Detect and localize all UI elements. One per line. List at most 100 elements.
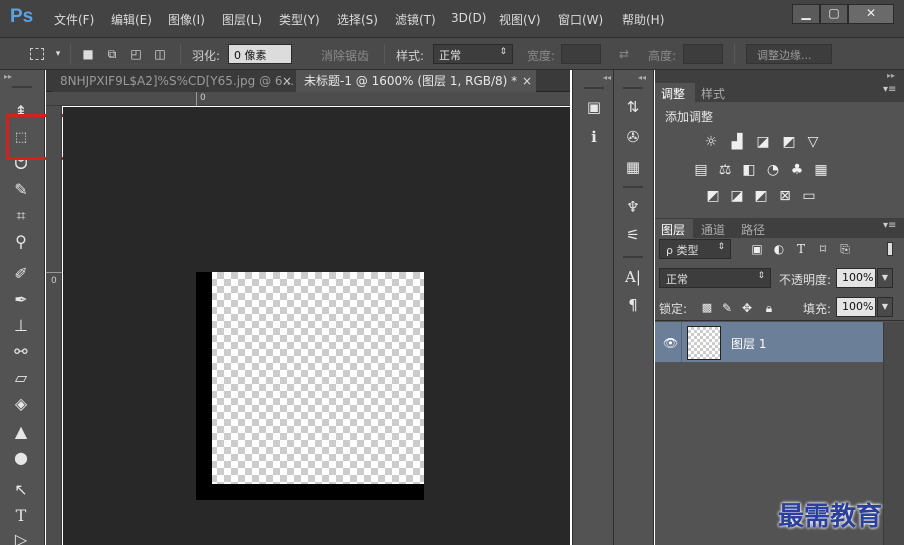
chevron-down-icon[interactable]: ▾ (50, 46, 66, 62)
subtract-selection-icon[interactable]: ◰ (128, 46, 144, 62)
layers-scrollbar[interactable] (883, 322, 904, 545)
invert-icon[interactable]: ◩ (703, 186, 723, 206)
filter-pixel-icon[interactable]: ▣ (747, 239, 767, 259)
menu-3d[interactable]: 3D(D) (451, 11, 486, 25)
refine-edge-button[interactable]: 调整边缘... (746, 44, 832, 64)
filter-shape-icon[interactable]: ⌑ (813, 239, 833, 259)
menu-edit[interactable]: 编辑(E) (111, 11, 152, 28)
collapse-icon[interactable]: ▸▸ (4, 72, 12, 81)
info-icon[interactable]: ℹ (581, 124, 607, 150)
tab-styles[interactable]: 样式 (701, 85, 725, 102)
menu-select[interactable]: 选择(S) (337, 11, 378, 28)
menu-window[interactable]: 窗口(W) (558, 11, 603, 28)
tab-channels[interactable]: 通道 (701, 221, 725, 238)
add-selection-icon[interactable]: ⧉ (104, 46, 120, 62)
width-input[interactable] (561, 44, 601, 64)
layer-thumbnail[interactable] (687, 326, 721, 360)
color-palette-icon[interactable]: ✇ (620, 124, 646, 150)
document-canvas-transparent[interactable] (196, 272, 424, 500)
close-icon[interactable]: × (282, 70, 292, 92)
lock-all-icon[interactable]: 🔒︎ (759, 298, 779, 318)
menu-image[interactable]: 图像(I) (168, 11, 205, 28)
collapse-icon[interactable]: ◂◂ (638, 73, 646, 82)
tab-layers[interactable]: 图层 (655, 219, 693, 238)
filter-type-icon[interactable]: T (791, 239, 811, 259)
character-icon[interactable]: A| (620, 264, 646, 290)
filter-toggle[interactable] (887, 242, 893, 256)
close-button[interactable]: ✕ (848, 4, 894, 24)
blur-icon[interactable]: ▲ (8, 420, 34, 444)
path-select-icon[interactable]: ↖ (8, 478, 34, 502)
history-brush-icon[interactable]: ⚯ (8, 340, 34, 364)
chevron-down-icon[interactable]: ▼ (877, 268, 893, 288)
vibrance-icon[interactable]: ▽ (803, 132, 823, 152)
actions-icon[interactable]: ⇅ (620, 94, 646, 120)
lock-pixels-icon[interactable]: ✎ (717, 298, 737, 318)
brush-settings-icon[interactable]: ⚟ (620, 222, 646, 248)
paint-bucket-icon[interactable]: ◈ (8, 392, 34, 416)
pen-icon[interactable]: ▷ (8, 528, 34, 545)
black-white-icon[interactable]: ◧ (739, 160, 759, 180)
gradient-map-icon[interactable]: ▭ (799, 186, 819, 206)
exposure-icon[interactable]: ◩ (779, 132, 799, 152)
opacity-input[interactable]: 100% (836, 268, 876, 288)
type-icon[interactable]: T (8, 504, 34, 528)
threshold-icon[interactable]: ◩ (751, 186, 771, 206)
blend-mode-select[interactable]: 正常 ⇕ (659, 268, 771, 288)
dodge-icon[interactable]: ● (8, 446, 34, 470)
lock-position-icon[interactable]: ✥ (737, 298, 757, 318)
selective-color-icon[interactable]: ⊠ (775, 186, 795, 206)
color-balance-icon[interactable]: ⚖ (715, 160, 735, 180)
filter-adjustment-icon[interactable]: ◐ (769, 239, 789, 259)
collapse-icon[interactable]: ◂◂ (603, 73, 611, 82)
history-icon[interactable]: ▣ (581, 94, 607, 120)
menu-view[interactable]: 视图(V) (499, 11, 541, 28)
swatches-icon[interactable]: ▦ (620, 154, 646, 180)
tab-paths[interactable]: 路径 (741, 221, 765, 238)
brightness-icon[interactable]: ☼ (701, 132, 721, 152)
restore-button[interactable]: ▢ (820, 4, 848, 24)
brush-presets-icon[interactable]: ♆ (620, 194, 646, 220)
panel-menu-icon[interactable]: ▾≡ (883, 220, 896, 231)
paragraph-icon[interactable]: ¶ (620, 292, 646, 318)
tab-adjustments[interactable]: 调整 (655, 83, 695, 102)
collapse-icon[interactable]: ▸▸ (887, 71, 895, 80)
layer-filter-select[interactable]: ρ 类型 ⇕ (659, 239, 731, 259)
curves-icon[interactable]: ◪ (753, 132, 773, 152)
height-input[interactable] (683, 44, 723, 64)
menu-help[interactable]: 帮助(H) (622, 11, 664, 28)
eye-visibility-icon[interactable]: 👁︎ (663, 336, 678, 350)
posterize-icon[interactable]: ◪ (727, 186, 747, 206)
rect-marquee-preset-icon[interactable] (30, 48, 44, 60)
eraser-icon[interactable]: ▱ (8, 366, 34, 390)
healing-brush-icon[interactable]: ✐ (8, 262, 34, 286)
brush-icon[interactable]: ✒ (8, 288, 34, 312)
eyedropper-icon[interactable]: ⚲ (8, 230, 34, 254)
minimize-button[interactable]: ▁ (792, 4, 820, 24)
layer-name[interactable]: 图层 1 (731, 335, 766, 352)
swap-icon[interactable]: ⇄ (616, 46, 632, 62)
feather-input[interactable]: 0 像素 (228, 44, 292, 64)
lock-transparent-icon[interactable]: ▩ (697, 298, 717, 318)
new-selection-icon[interactable]: ■ (80, 46, 96, 62)
document-tab-1[interactable]: 8NHJPXIF9L$A2]%S%CD[Y65.jpg @ 6... × (52, 70, 296, 92)
menu-type[interactable]: 类型(Y) (279, 11, 320, 28)
intersect-selection-icon[interactable]: ◫ (152, 46, 168, 62)
color-lookup-icon[interactable]: ▦ (811, 160, 831, 180)
hue-saturation-icon[interactable]: ▤ (691, 160, 711, 180)
crop-icon[interactable]: ⌗ (8, 204, 34, 228)
photo-filter-icon[interactable]: ◔ (763, 160, 783, 180)
panel-menu-icon[interactable]: ▾≡ (883, 84, 896, 95)
menu-file[interactable]: 文件(F) (54, 11, 94, 28)
filter-smart-object-icon[interactable]: ⎘ (835, 239, 855, 259)
chevron-down-icon[interactable]: ▼ (877, 297, 893, 317)
menu-layer[interactable]: 图层(L) (222, 11, 262, 28)
quick-select-icon[interactable]: ✎ (8, 178, 34, 202)
channel-mixer-icon[interactable]: ♣ (787, 160, 807, 180)
style-select[interactable]: 正常 ⇕ (433, 44, 513, 64)
close-icon[interactable]: × (522, 70, 532, 92)
document-tab-2[interactable]: 未标题-1 @ 1600% (图层 1, RGB/8) * × (296, 70, 536, 92)
menu-filter[interactable]: 滤镜(T) (395, 11, 436, 28)
fill-input[interactable]: 100% (836, 297, 876, 317)
levels-icon[interactable]: ▟ (727, 132, 747, 152)
